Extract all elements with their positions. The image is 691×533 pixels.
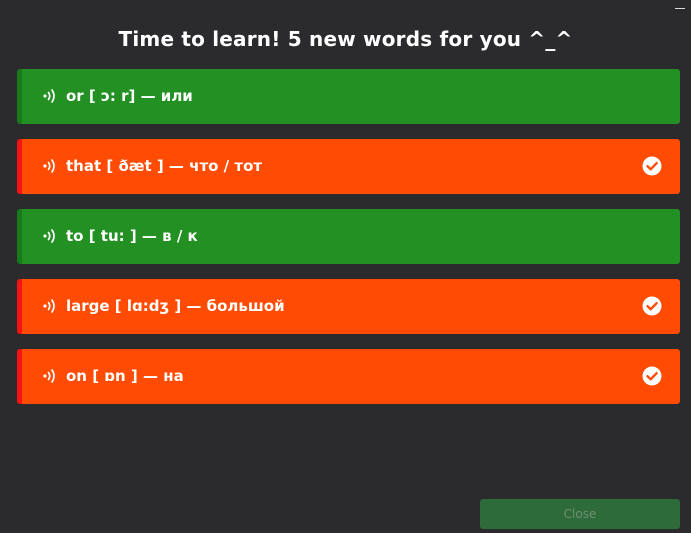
close-button[interactable]: Close xyxy=(480,499,680,529)
sound-icon[interactable] xyxy=(41,368,59,384)
sound-icon[interactable] xyxy=(41,228,59,244)
word-text: that [ ðæt ] — что / тот xyxy=(66,157,263,175)
word-text: large [ lɑ:dʒ ] — большой xyxy=(66,297,285,315)
word-row[interactable]: that [ ðæt ] — что / тот xyxy=(17,139,680,194)
word-text: to [ tu: ] — в / к xyxy=(66,227,198,245)
check-icon xyxy=(642,156,662,176)
word-row[interactable]: large [ lɑ:dʒ ] — большой xyxy=(17,279,680,334)
check-icon xyxy=(642,366,662,386)
sound-icon[interactable] xyxy=(41,298,59,314)
sound-icon[interactable] xyxy=(41,158,59,174)
word-row[interactable]: to [ tu: ] — в / к xyxy=(17,209,680,264)
word-row[interactable]: on [ ɒn ] — на xyxy=(17,349,680,404)
word-text: on [ ɒn ] — на xyxy=(66,367,184,385)
word-list: or [ ɔ: r] — или that [ ðæt ] — что / то… xyxy=(17,69,680,419)
sound-icon[interactable] xyxy=(41,88,59,104)
word-row[interactable]: or [ ɔ: r] — или xyxy=(17,69,680,124)
check-icon xyxy=(642,296,662,316)
minimize-button[interactable] xyxy=(673,0,687,14)
page-title: Time to learn! 5 new words for you ^_^ xyxy=(118,27,573,51)
word-text: or [ ɔ: r] — или xyxy=(66,87,193,105)
